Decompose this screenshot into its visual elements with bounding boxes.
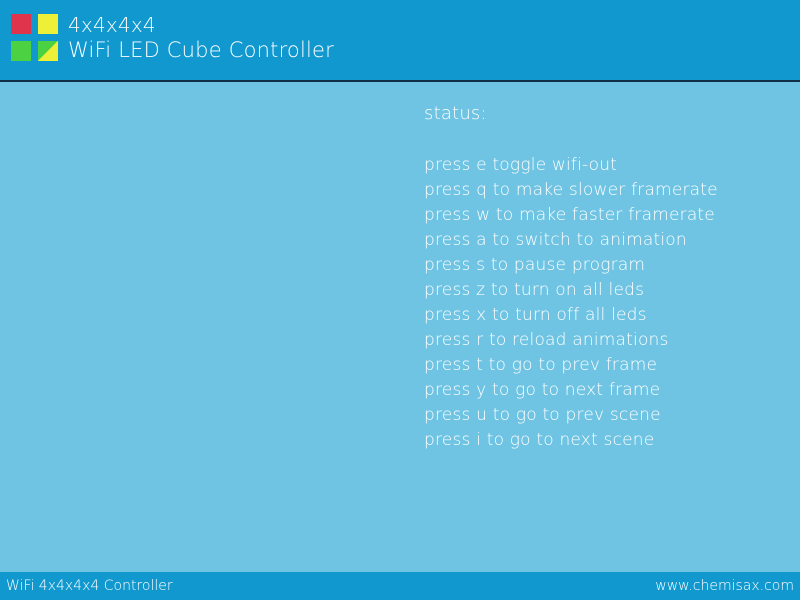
command-item: press x to turn off all leds [424,305,647,325]
logo-green-square [11,41,31,61]
command-item: press w to make faster framerate [424,205,715,225]
command-item: press e toggle wifi-out [424,155,618,175]
command-item: press a to switch to animation [424,230,687,250]
command-item: press i to go to next scene [424,430,655,450]
command-item: press u to go to prev scene [424,405,661,425]
status-label: status: [424,103,487,124]
app-title-bottom: WiFi LED Cube Controller [68,38,335,62]
footer-website: www.chemisax.com [655,578,794,594]
command-item: press t to go to prev frame [424,355,658,375]
app-title-top: 4x4x4x4 [68,13,156,37]
command-item: press y to go to next frame [424,380,661,400]
status-panel: status: press e toggle wifi-out press q … [424,102,784,453]
logo-split-square [38,41,58,61]
command-item: press r to reload animations [424,330,669,350]
command-item: press s to pause program [424,255,646,275]
app-window: 4x4x4x4 WiFi LED Cube Controller status:… [0,0,800,600]
cube-logo [11,14,59,62]
command-list: press e toggle wifi-out press q to make … [424,153,784,453]
header-bar: 4x4x4x4 WiFi LED Cube Controller [0,0,800,82]
logo-yellow-square [38,14,58,34]
command-item: press q to make slower framerate [424,180,718,200]
footer-app-name: WiFi 4x4x4x4 Controller [6,578,173,594]
logo-red-square [11,14,31,34]
footer-bar: WiFi 4x4x4x4 Controller www.chemisax.com [0,572,800,600]
command-item: press z to turn on all leds [424,280,645,300]
